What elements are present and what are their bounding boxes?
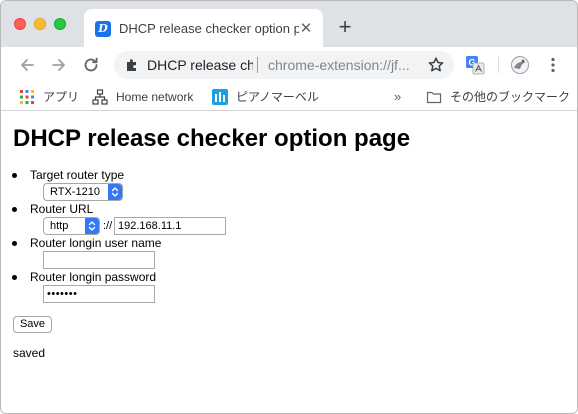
bookmark-home-network-label: Home network bbox=[116, 90, 194, 104]
bookmarks-overflow-chevron-icon[interactable]: » bbox=[394, 89, 401, 105]
toolbar-separator bbox=[498, 57, 499, 73]
tab-close-icon[interactable]: ✕ bbox=[297, 20, 315, 38]
minimize-window-button[interactable] bbox=[34, 18, 46, 30]
browser-toolbar: DHCP release ch chrome-extension://jf...… bbox=[1, 47, 577, 83]
bookmark-star-icon[interactable] bbox=[427, 56, 445, 74]
router-host-input[interactable]: 192.168.11.1 bbox=[114, 217, 226, 235]
username-input[interactable] bbox=[43, 251, 155, 269]
bookmarks-bar: アプリ Home network ピアノマーベル » その他のブックマーク bbox=[1, 83, 577, 111]
back-arrow-icon bbox=[21, 59, 34, 71]
router-type-select[interactable]: RTX-1210 bbox=[43, 183, 123, 201]
bookmark-apps-label: アプリ bbox=[43, 90, 80, 104]
forward-arrow-icon bbox=[52, 59, 65, 71]
maximize-window-button[interactable] bbox=[54, 18, 66, 30]
tab-strip: D DHCP release checker option page ✕ + bbox=[1, 1, 577, 47]
protocol-select[interactable]: http bbox=[43, 217, 100, 235]
bookmark-other-folder[interactable]: その他のブックマーク bbox=[426, 88, 570, 106]
address-bar[interactable]: DHCP release ch chrome-extension://jf... bbox=[114, 51, 454, 79]
piano-marvel-icon bbox=[212, 89, 228, 105]
select-arrows-icon bbox=[108, 184, 122, 200]
url-separator: :// bbox=[103, 220, 113, 232]
router-url-label: Router URL bbox=[30, 202, 94, 216]
username-label: Router longin user name bbox=[30, 236, 162, 250]
bookmark-piano-marvel-label: ピアノマーベル bbox=[236, 90, 319, 104]
page-title: DHCP release checker option page bbox=[13, 125, 411, 152]
tab-options-page[interactable]: D DHCP release checker option page ✕ bbox=[84, 9, 323, 47]
bookmark-other-folder-label: その他のブックマーク bbox=[450, 90, 571, 104]
save-button[interactable]: Save bbox=[13, 316, 52, 333]
forward-button[interactable] bbox=[47, 53, 71, 77]
new-tab-button[interactable]: + bbox=[335, 16, 355, 38]
bookmark-home-network[interactable]: Home network bbox=[92, 88, 193, 106]
network-icon bbox=[92, 89, 108, 105]
router-type-value: RTX-1210 bbox=[50, 186, 100, 198]
password-label: Router longin password bbox=[30, 270, 157, 284]
extension-favicon-icon: D bbox=[95, 21, 111, 37]
folder-icon bbox=[426, 91, 442, 104]
password-input[interactable]: ••••••• bbox=[43, 285, 155, 303]
reload-icon bbox=[84, 57, 98, 72]
browser-window: D DHCP release checker option page ✕ + D… bbox=[0, 0, 578, 414]
puzzle-piece-icon bbox=[127, 59, 136, 71]
apps-grid-icon bbox=[20, 90, 34, 104]
translate-extension-icon[interactable]: G bbox=[465, 55, 485, 75]
protocol-value: http bbox=[50, 220, 69, 232]
profile-avatar-icon[interactable] bbox=[510, 55, 530, 75]
address-site-label: DHCP release ch bbox=[147, 57, 253, 73]
more-menu-icon[interactable] bbox=[543, 55, 563, 75]
bookmark-apps[interactable]: アプリ bbox=[19, 88, 79, 106]
save-status-text: saved bbox=[13, 346, 46, 360]
address-divider bbox=[257, 57, 258, 73]
select-arrows-icon bbox=[85, 218, 99, 234]
back-button[interactable] bbox=[15, 53, 39, 77]
bookmark-piano-marvel[interactable]: ピアノマーベル bbox=[212, 88, 319, 106]
address-url-text: chrome-extension://jf... bbox=[268, 57, 410, 73]
tab-title: DHCP release checker option page bbox=[119, 21, 299, 36]
options-page: DHCP release checker option page Target … bbox=[1, 112, 577, 413]
bullet bbox=[12, 173, 17, 178]
router-type-label: Target router type bbox=[30, 168, 125, 182]
bullet bbox=[12, 275, 17, 280]
bullet bbox=[12, 241, 17, 246]
bullet bbox=[12, 207, 17, 212]
reload-button[interactable] bbox=[79, 53, 103, 77]
close-window-button[interactable] bbox=[14, 18, 26, 30]
